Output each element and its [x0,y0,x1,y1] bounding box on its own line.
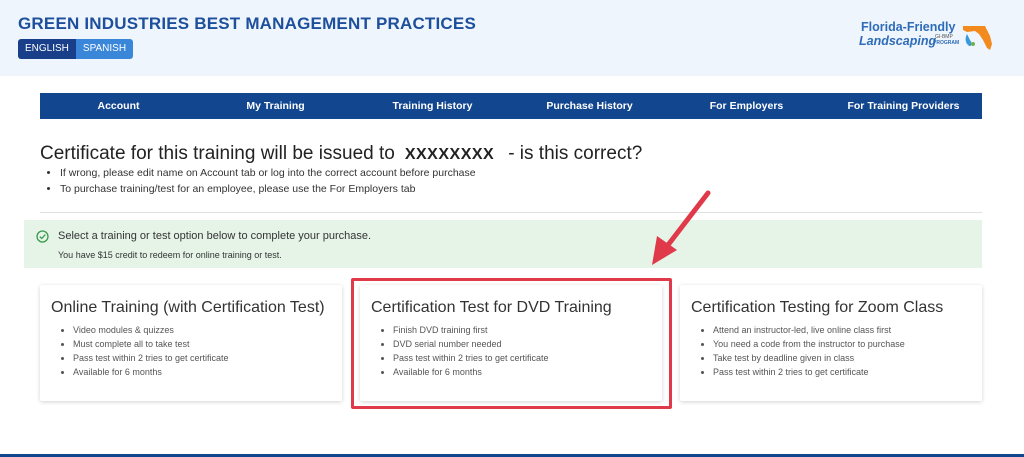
nav-my-training[interactable]: My Training [197,93,354,119]
english-button[interactable]: ENGLISH [18,39,76,59]
card-dvd-test[interactable]: Certification Test for DVD Training Fini… [360,285,662,401]
card-bullets: Video modules & quizzes Must complete al… [73,325,229,381]
confirm-prefix: Certificate for this training will be is… [40,143,395,164]
logo-line2: Landscaping [859,34,937,48]
card-bullet: Pass test within 2 tries to get certific… [713,367,905,377]
card-bullet: Attend an instructor-led, live online cl… [713,325,905,335]
divider [40,212,982,213]
card-bullet: Take test by deadline given in class [713,353,905,363]
nav-for-employers[interactable]: For Employers [668,93,825,119]
hint-item: To purchase training/test for an employe… [60,183,476,195]
card-bullet: Finish DVD training first [393,325,549,335]
check-circle-icon [36,230,49,243]
confirm-suffix: - is this correct? [508,143,643,164]
alert-credit: You have $15 credit to redeem for online… [58,250,282,260]
card-bullet: You need a code from the instructor to p… [713,339,905,349]
card-bullet: Pass test within 2 tries to get certific… [393,353,549,363]
card-bullet: Available for 6 months [73,367,229,377]
card-title: Certification Testing for Zoom Class [691,299,944,316]
purchase-alert: Select a training or test option below t… [24,220,982,268]
nav-for-training-providers[interactable]: For Training Providers [825,93,982,119]
card-bullets: Attend an instructor-led, live online cl… [713,325,905,381]
language-switcher: ENGLISH SPANISH [18,39,134,59]
certificate-name: XXXXXXXX [404,146,495,163]
site-header: GREEN INDUSTRIES BEST MANAGEMENT PRACTIC… [0,0,1024,76]
card-bullets: Finish DVD training first DVD serial num… [393,325,549,381]
hint-item: If wrong, please edit name on Account ta… [60,167,476,179]
florida-friendly-logo[interactable]: Florida-Friendly Landscaping GI-BMP PROG… [857,20,997,60]
card-bullet: Pass test within 2 tries to get certific… [73,353,229,363]
logo-line1: Florida-Friendly [861,20,956,34]
alert-message: Select a training or test option below t… [58,230,372,242]
card-bullet: DVD serial number needed [393,339,549,349]
spanish-button[interactable]: SPANISH [75,39,134,59]
card-bullet: Video modules & quizzes [73,325,229,335]
confirm-hints: If wrong, please edit name on Account ta… [60,167,476,199]
card-bullet: Available for 6 months [393,367,549,377]
nav-purchase-history[interactable]: Purchase History [511,93,668,119]
nav-account[interactable]: Account [40,93,197,119]
card-online-training[interactable]: Online Training (with Certification Test… [40,285,342,401]
card-zoom-class[interactable]: Certification Testing for Zoom Class Att… [680,285,982,401]
site-title: GREEN INDUSTRIES BEST MANAGEMENT PRACTIC… [18,14,476,33]
nav-training-history[interactable]: Training History [354,93,511,119]
card-title: Certification Test for DVD Training [371,299,612,316]
florida-state-icon [963,26,992,50]
logo-program: PROGRAM [933,40,960,46]
certificate-confirm-heading: Certificate for this training will be is… [40,143,642,165]
card-title: Online Training (with Certification Test… [51,299,325,316]
main-nav: Account My Training Training History Pur… [40,93,982,119]
card-bullet: Must complete all to take test [73,339,229,349]
